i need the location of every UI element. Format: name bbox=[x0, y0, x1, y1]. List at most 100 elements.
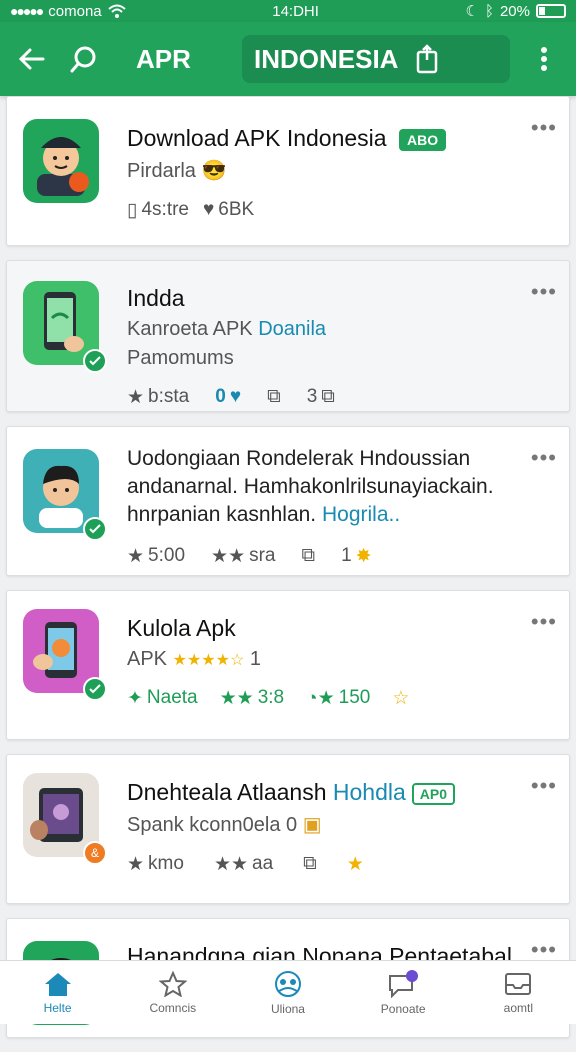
search-icon bbox=[69, 44, 99, 74]
app-count: 0 bbox=[215, 386, 226, 408]
badge-star-icon: ✸ bbox=[356, 545, 372, 568]
app-icon bbox=[23, 609, 99, 693]
verified-check-icon bbox=[83, 677, 107, 701]
nav-uliona[interactable]: Uliona bbox=[243, 970, 333, 1016]
rating-stars-icon: ★★★★☆ bbox=[173, 652, 245, 669]
chat-notification-icon bbox=[386, 970, 420, 998]
nav-label: aomtl bbox=[504, 1001, 533, 1015]
star-icon: ★ bbox=[127, 386, 144, 409]
status-bar: ●●●●● comona 14:DHI ☾ ᛒ 20% bbox=[0, 0, 576, 22]
app-rating: kmo bbox=[148, 853, 184, 875]
cartoon-man-icon bbox=[29, 126, 93, 196]
verified-check-icon bbox=[83, 349, 107, 373]
clock-star-icon: ◔★ bbox=[306, 687, 335, 710]
search-button[interactable] bbox=[66, 41, 102, 77]
app-rating: 3:8 bbox=[258, 687, 284, 709]
app-name-link[interactable]: Hohdla bbox=[333, 779, 406, 805]
search-query-box[interactable]: INDONESIA bbox=[242, 35, 510, 83]
favorite-star-icon[interactable]: ☆ bbox=[392, 687, 409, 710]
list-item[interactable]: ••• Kulola Apk APK ★★★★☆ 1 ✦Naeta ★★3:8 … bbox=[6, 590, 570, 740]
app-subtitle: Spank kconn0ela 0 bbox=[127, 814, 297, 836]
nav-comics[interactable]: Comncis bbox=[128, 971, 218, 1015]
app-category: Pamomums bbox=[127, 347, 555, 370]
star-icon: ★ bbox=[127, 545, 144, 568]
app-developer: Pirdarla bbox=[127, 160, 196, 182]
share-icon[interactable] bbox=[414, 44, 440, 74]
back-arrow-icon bbox=[17, 44, 47, 74]
home-icon bbox=[43, 971, 73, 997]
tablet-hands-icon bbox=[29, 780, 93, 850]
app-title: APR bbox=[136, 44, 226, 75]
app-rating: 5:00 bbox=[148, 545, 185, 567]
favorite-star-icon[interactable]: ★ bbox=[347, 853, 364, 876]
more-options-icon[interactable]: ••• bbox=[531, 773, 557, 799]
heart-icon: ♥ bbox=[203, 199, 214, 221]
phone-hand-icon bbox=[36, 290, 86, 356]
copy-icon[interactable]: ⧉ bbox=[302, 545, 316, 567]
app-badge: ABO bbox=[399, 129, 446, 151]
app-name: Indda bbox=[127, 285, 555, 312]
app-subtitle: Kanroeta APK bbox=[127, 318, 258, 340]
nav-home[interactable]: Helte bbox=[13, 971, 103, 1015]
app-bar: APR INDONESIA bbox=[0, 22, 576, 96]
nav-label: Comncis bbox=[149, 1001, 196, 1015]
bottom-navigation: Helte Comncis Uliona Ponoate aomtl bbox=[0, 960, 576, 1024]
more-options-icon[interactable]: ••• bbox=[531, 609, 557, 635]
carrier-name: comona bbox=[48, 3, 101, 20]
nav-label: Uliona bbox=[271, 1002, 305, 1016]
copy-icon[interactable]: ⧉ bbox=[303, 853, 317, 875]
copy-icon[interactable]: ⧉ bbox=[267, 386, 281, 408]
app-type: APK bbox=[127, 648, 167, 670]
app-icon bbox=[23, 281, 99, 365]
moon-icon: ☾ bbox=[466, 2, 479, 20]
search-query-text: INDONESIA bbox=[254, 44, 398, 75]
stars-icon: ★★ bbox=[220, 687, 254, 710]
app-desc-link[interactable]: Hogrila.. bbox=[322, 503, 400, 526]
nav-ponoate[interactable]: Ponoate bbox=[358, 970, 448, 1016]
people-icon bbox=[271, 970, 305, 998]
more-options-icon[interactable]: ••• bbox=[531, 279, 557, 305]
phone-colorful-icon bbox=[31, 618, 91, 684]
list-item[interactable]: ••• Uodongiaan Rondelerak Hndoussian and… bbox=[6, 426, 570, 576]
nav-label: Helte bbox=[44, 1001, 72, 1015]
app-shares: 3 bbox=[307, 386, 318, 408]
app-badge: AP0 bbox=[412, 783, 455, 805]
nav-account[interactable]: aomtl bbox=[473, 971, 563, 1015]
app-list: ••• Download APK Indonesia ABO Pirdarla … bbox=[6, 96, 570, 1052]
battery-icon bbox=[536, 4, 566, 18]
heart-badge-icon: ♥ bbox=[230, 386, 241, 408]
app-shares: 1 bbox=[341, 545, 352, 567]
app-rating-label: sra bbox=[249, 545, 275, 567]
app-status: Naeta bbox=[147, 687, 198, 709]
app-name: Download APK Indonesia bbox=[127, 125, 387, 151]
list-item[interactable]: ••• Download APK Indonesia ABO Pirdarla … bbox=[6, 96, 570, 246]
app-icon bbox=[23, 449, 99, 533]
status-time: 14:DHI bbox=[272, 3, 319, 20]
overflow-menu-button[interactable] bbox=[526, 41, 562, 77]
app-size: 4s:tre bbox=[141, 199, 189, 221]
wifi-icon bbox=[108, 4, 126, 18]
star-icon: ★ bbox=[127, 853, 144, 876]
app-name: Dnehteala Atlaansh bbox=[127, 779, 333, 805]
star-icon: ✦ bbox=[127, 687, 143, 710]
more-options-icon[interactable]: ••• bbox=[531, 115, 557, 141]
smile-emoji-icon: 😎 bbox=[201, 160, 226, 182]
folder-icon: ▣ bbox=[303, 814, 322, 836]
app-subtitle-link[interactable]: Doanila bbox=[258, 318, 326, 340]
download-icon: ▯ bbox=[127, 199, 137, 222]
nav-label: Ponoate bbox=[381, 1002, 426, 1016]
warning-badge-icon: & bbox=[83, 841, 107, 865]
app-desc-line: hnrpanian kasnhlan. bbox=[127, 503, 322, 526]
list-item[interactable]: & ••• Dnehteala Atlaansh Hohdla AP0 Spank… bbox=[6, 754, 570, 904]
inbox-icon bbox=[503, 971, 533, 997]
app-count: 150 bbox=[339, 687, 371, 709]
more-vert-icon bbox=[539, 44, 549, 74]
app-likes: 6BK bbox=[218, 199, 254, 221]
app-icon: & bbox=[23, 773, 99, 857]
more-options-icon[interactable]: ••• bbox=[531, 445, 557, 471]
app-title-line: Uodongiaan Rondelerak Hndoussian bbox=[127, 445, 555, 473]
copy-icon[interactable]: ⧉ bbox=[321, 386, 335, 408]
stars-icon: ★★ bbox=[214, 853, 248, 876]
list-item[interactable]: ••• Indda Kanroeta APK Doanila Pamomums … bbox=[6, 260, 570, 412]
back-button[interactable] bbox=[14, 41, 50, 77]
